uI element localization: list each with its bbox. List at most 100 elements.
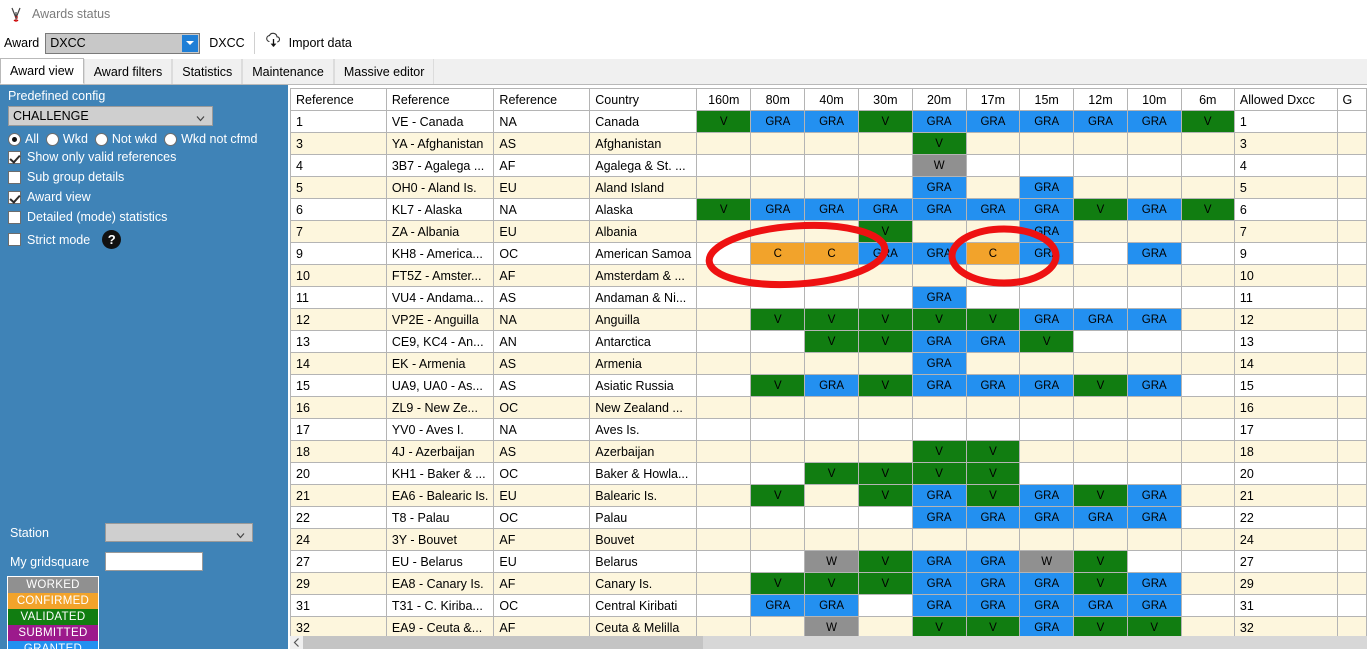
cell-band-80m[interactable]: GRA: [750, 110, 806, 133]
cell-band-15m[interactable]: GRA: [1019, 176, 1075, 199]
cell-band-80m[interactable]: [750, 506, 806, 529]
cell-band-160m[interactable]: [696, 352, 752, 375]
cell-band-40m[interactable]: [804, 528, 859, 551]
cell-band-6m[interactable]: [1180, 176, 1235, 199]
cell-band-10m[interactable]: [1126, 264, 1182, 287]
cell-band-17m[interactable]: [965, 352, 1021, 375]
cell-band-40m[interactable]: GRA: [804, 198, 859, 221]
cell-band-160m[interactable]: [696, 264, 752, 287]
cell-band-12m[interactable]: V: [1073, 484, 1128, 507]
cell-band-6m[interactable]: [1180, 506, 1235, 529]
cell-band-10m[interactable]: [1126, 462, 1182, 485]
tab-award-view[interactable]: Award view: [0, 58, 84, 84]
cell-band-10m[interactable]: [1126, 220, 1182, 243]
cell-band-30m[interactable]: V: [857, 484, 913, 507]
table-row[interactable]: 18 4J - Azerbaijan AS Azerbaijan V V 18: [290, 440, 1367, 463]
cell-band-20m[interactable]: V: [911, 308, 967, 331]
cell-band-20m[interactable]: GRA: [911, 198, 967, 221]
cell-band-15m[interactable]: [1019, 462, 1075, 485]
cell-band-12m[interactable]: V: [1073, 572, 1128, 595]
cell-band-10m[interactable]: GRA: [1126, 374, 1182, 397]
table-row[interactable]: 14 EK - Armenia AS Armenia GRA 14: [290, 352, 1367, 375]
table-row[interactable]: 15 UA9, UA0 - As... AS Asiatic Russia V GRA V G…: [290, 374, 1367, 397]
station-select[interactable]: [105, 523, 253, 542]
cell-band-20m[interactable]: V: [911, 440, 967, 463]
cell-band-6m[interactable]: [1180, 286, 1235, 309]
table-row[interactable]: 7 ZA - Albania EU Albania V GRA 7: [290, 220, 1367, 243]
cell-band-10m[interactable]: GRA: [1126, 594, 1182, 617]
cell-band-40m[interactable]: [804, 286, 859, 309]
cell-band-10m[interactable]: [1126, 352, 1182, 375]
cell-band-20m[interactable]: [911, 418, 967, 441]
cell-band-10m[interactable]: GRA: [1126, 506, 1182, 529]
cell-band-6m[interactable]: [1180, 264, 1235, 287]
cell-band-40m[interactable]: [804, 506, 859, 529]
table-row[interactable]: 11 VU4 - Andama... AS Andaman & Ni... GRA 11: [290, 286, 1367, 309]
cell-band-12m[interactable]: [1073, 528, 1128, 551]
radio-not-wkd[interactable]: Not wkd: [94, 132, 157, 146]
cell-band-6m[interactable]: V: [1180, 110, 1235, 133]
cell-band-12m[interactable]: [1073, 396, 1128, 419]
award-select[interactable]: DXCC: [45, 32, 201, 54]
cell-band-12m[interactable]: GRA: [1073, 506, 1128, 529]
cell-band-30m[interactable]: V: [857, 374, 913, 397]
table-row[interactable]: 4 3B7 - Agalega ... AF Agalega & St. ... W 4: [290, 154, 1367, 177]
cell-band-30m[interactable]: [857, 176, 913, 199]
cell-band-30m[interactable]: GRA: [857, 242, 913, 265]
cell-band-40m[interactable]: [804, 154, 859, 177]
cell-band-40m[interactable]: W: [804, 550, 859, 573]
cell-band-6m[interactable]: [1180, 528, 1235, 551]
table-row[interactable]: 27 EU - Belarus EU Belarus W V GRA GRA W V 27: [290, 550, 1367, 573]
cell-band-12m[interactable]: [1073, 286, 1128, 309]
cell-band-80m[interactable]: [750, 132, 806, 155]
cell-band-30m[interactable]: GRA: [857, 198, 913, 221]
cell-band-160m[interactable]: [696, 550, 752, 573]
cell-band-12m[interactable]: GRA: [1073, 110, 1128, 133]
table-row[interactable]: 31 T31 - C. Kiriba... OC Central Kiribati GR…: [290, 594, 1367, 617]
cell-band-12m[interactable]: V: [1073, 198, 1128, 221]
cell-band-6m[interactable]: [1180, 242, 1235, 265]
cell-band-40m[interactable]: [804, 352, 859, 375]
cell-band-17m[interactable]: GRA: [965, 506, 1021, 529]
predefined-config-select[interactable]: CHALLENGE: [8, 106, 213, 126]
cell-band-15m[interactable]: GRA: [1019, 484, 1075, 507]
cell-band-80m[interactable]: V: [750, 374, 806, 397]
horizontal-scrollbar[interactable]: [290, 636, 1367, 649]
cell-band-80m[interactable]: V: [750, 484, 806, 507]
cell-band-80m[interactable]: [750, 220, 806, 243]
cell-band-10m[interactable]: GRA: [1126, 308, 1182, 331]
cell-band-30m[interactable]: V: [857, 220, 913, 243]
table-row[interactable]: 3 YA - Afghanistan AS Afghanistan V 3: [290, 132, 1367, 155]
cell-band-40m[interactable]: [804, 440, 859, 463]
cell-band-6m[interactable]: [1180, 572, 1235, 595]
cell-band-17m[interactable]: V: [965, 484, 1021, 507]
cell-band-10m[interactable]: GRA: [1126, 110, 1182, 133]
cell-band-80m[interactable]: [750, 528, 806, 551]
cell-band-17m[interactable]: [965, 176, 1021, 199]
cell-band-80m[interactable]: V: [750, 572, 806, 595]
cell-band-160m[interactable]: [696, 154, 752, 177]
table-row[interactable]: 22 T8 - Palau OC Palau GRA GRA GRA GRA GRA 22: [290, 506, 1367, 529]
cell-band-15m[interactable]: V: [1019, 330, 1075, 353]
cell-band-6m[interactable]: V: [1180, 198, 1235, 221]
cell-band-40m[interactable]: [804, 418, 859, 441]
cell-band-6m[interactable]: [1180, 594, 1235, 617]
import-data-button[interactable]: Import data: [264, 32, 352, 54]
cell-band-40m[interactable]: [804, 264, 859, 287]
cell-band-20m[interactable]: [911, 528, 967, 551]
cell-band-20m[interactable]: GRA: [911, 550, 967, 573]
cell-band-30m[interactable]: V: [857, 308, 913, 331]
cell-band-80m[interactable]: C: [750, 242, 806, 265]
cell-band-10m[interactable]: [1126, 330, 1182, 353]
cell-band-40m[interactable]: GRA: [804, 594, 859, 617]
cell-band-80m[interactable]: [750, 176, 806, 199]
cell-band-20m[interactable]: [911, 220, 967, 243]
cell-band-6m[interactable]: [1180, 374, 1235, 397]
cell-band-20m[interactable]: GRA: [911, 594, 967, 617]
cell-band-15m[interactable]: GRA: [1019, 506, 1075, 529]
cell-band-160m[interactable]: [696, 220, 752, 243]
cell-band-12m[interactable]: [1073, 418, 1128, 441]
cell-band-15m[interactable]: [1019, 396, 1075, 419]
table-row[interactable]: 10 FT5Z - Amster... AF Amsterdam & ... 10: [290, 264, 1367, 287]
column-header-17m[interactable]: 17m: [965, 88, 1021, 111]
